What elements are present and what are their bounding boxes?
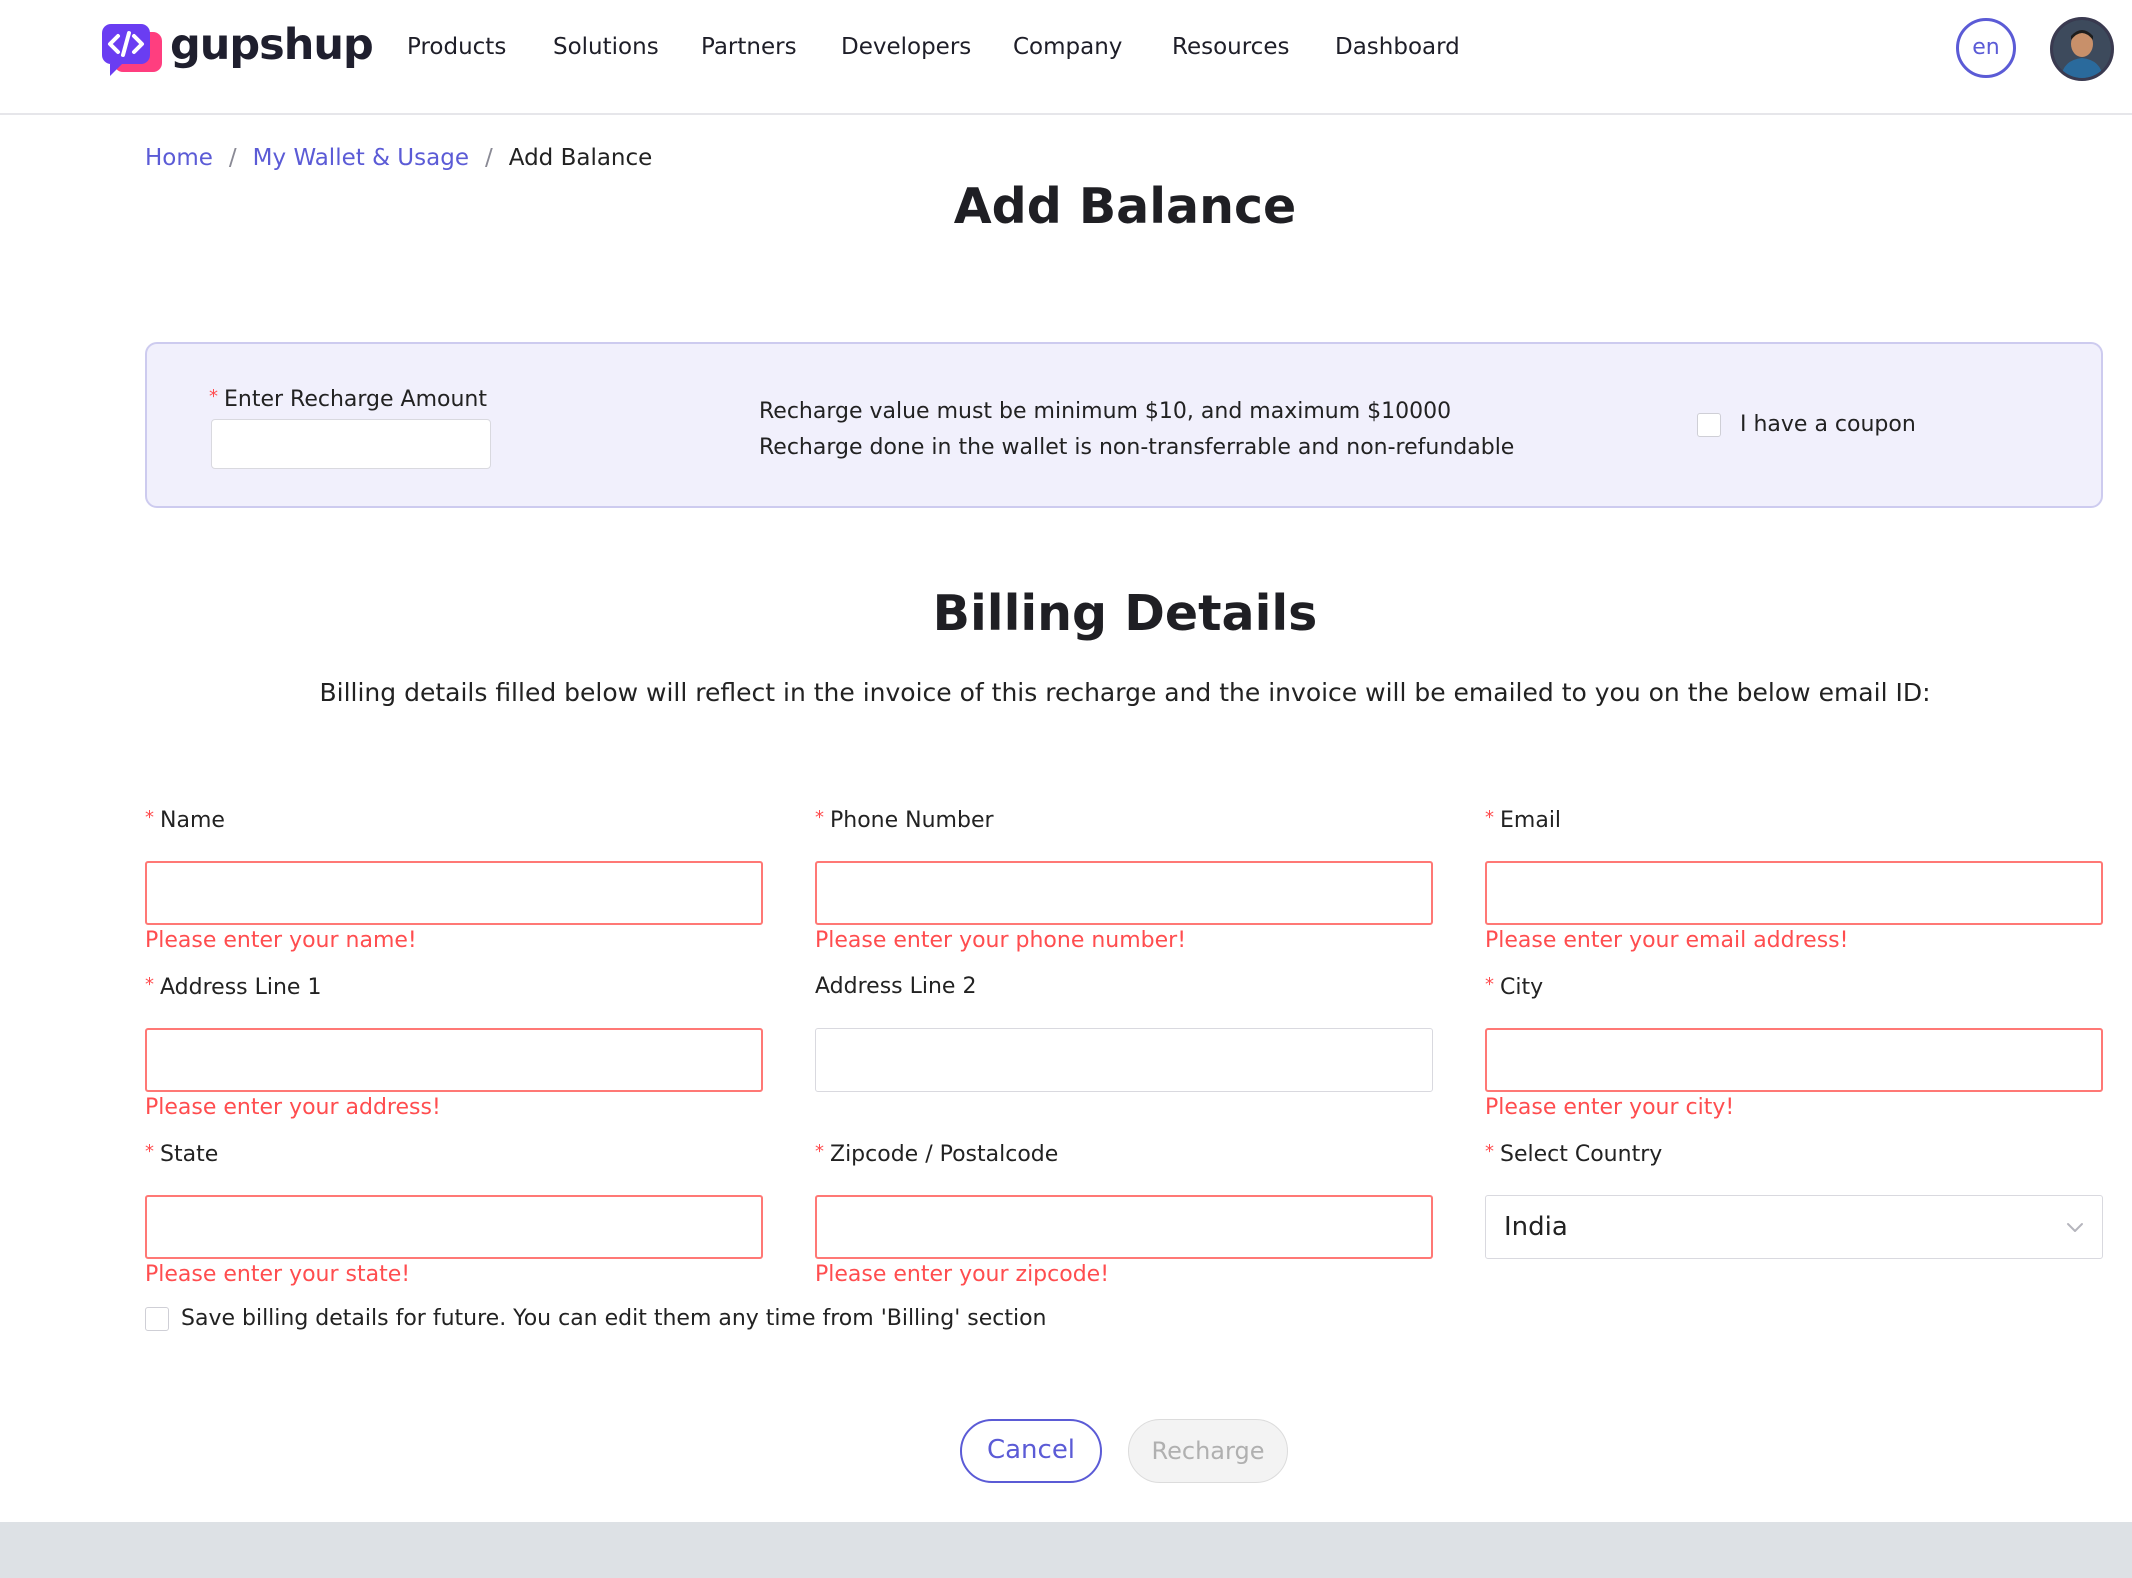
zipcode-field-group: * Zipcode / Postalcode Please enter your … [815, 1141, 1433, 1287]
city-input[interactable] [1485, 1028, 2103, 1092]
avatar-photo-icon [2053, 20, 2111, 78]
recharge-amount-label: * Enter Recharge Amount [209, 386, 488, 412]
phone-field-group: * Phone Number Please enter your phone nu… [815, 807, 1433, 953]
recharge-limit-note: Recharge value must be minimum $10, and … [759, 399, 1452, 424]
state-error: Please enter your state! [145, 1262, 411, 1287]
nav-company[interactable]: Company [1013, 34, 1122, 60]
country-select-value: India [1504, 1212, 1568, 1242]
state-input[interactable] [145, 1195, 763, 1259]
nav-solutions[interactable]: Solutions [553, 34, 659, 60]
breadcrumb-separator: / [484, 145, 493, 171]
address2-label: Address Line 2 [815, 974, 977, 999]
recharge-amount-input[interactable] [211, 419, 491, 469]
save-billing-label: Save billing details for future. You can… [181, 1306, 1047, 1331]
nav-resources[interactable]: Resources [1172, 34, 1289, 60]
name-label: * Name [145, 807, 225, 833]
billing-title: Billing Details [932, 585, 1318, 642]
brand-name: gupshup [170, 20, 374, 70]
name-field-group: * Name Please enter your name! [145, 807, 763, 953]
zipcode-input[interactable] [815, 1195, 1433, 1259]
country-field-group: * Select Country India [1485, 1141, 2103, 1259]
coupon-label: I have a coupon [1740, 412, 1916, 437]
language-button[interactable]: en [1956, 18, 2016, 78]
breadcrumb-current: Add Balance [508, 145, 653, 171]
phone-error: Please enter your phone number! [815, 928, 1187, 953]
address2-input[interactable] [815, 1028, 1433, 1092]
cancel-button[interactable]: Cancel [960, 1419, 1102, 1483]
footer-band [0, 1522, 2132, 1578]
required-mark: * [209, 386, 218, 407]
breadcrumb-wallet[interactable]: My Wallet & Usage [253, 145, 469, 171]
country-select[interactable]: India [1485, 1195, 2103, 1259]
coupon-option[interactable]: I have a coupon [1697, 412, 1916, 437]
recharge-panel: * Enter Recharge Amount Recharge value mu… [145, 342, 2103, 508]
address1-label: * Address Line 1 [145, 974, 322, 1000]
billing-description: Billing details filled below will reflec… [319, 678, 1931, 707]
country-label: * Select Country [1485, 1141, 1663, 1167]
page-title: Add Balance [953, 178, 1297, 235]
email-label: * Email [1485, 807, 1562, 833]
address1-input[interactable] [145, 1028, 763, 1092]
phone-input[interactable] [815, 861, 1433, 925]
address1-error: Please enter your address! [145, 1095, 441, 1120]
email-field-group: * Email Please enter your email address! [1485, 807, 2103, 953]
recharge-button[interactable]: Recharge [1128, 1419, 1288, 1483]
email-input[interactable] [1485, 861, 2103, 925]
gupshup-logo-icon [102, 24, 162, 76]
recharge-refund-note: Recharge done in the wallet is non-trans… [759, 435, 1515, 460]
state-label: * State [145, 1141, 219, 1167]
save-billing-option[interactable]: Save billing details for future. You can… [145, 1306, 1046, 1331]
name-input[interactable] [145, 861, 763, 925]
recharge-notes: Recharge value must be minimum $10, and … [759, 394, 1514, 466]
breadcrumb-separator: / [228, 145, 237, 171]
phone-label: * Phone Number [815, 807, 994, 833]
breadcrumb-home[interactable]: Home [145, 145, 213, 171]
address1-field-group: * Address Line 1 Please enter your addres… [145, 974, 763, 1120]
address2-field-group: Address Line 2 [815, 974, 1433, 1092]
save-billing-checkbox[interactable] [145, 1307, 169, 1331]
nav-developers[interactable]: Developers [841, 34, 971, 60]
city-error: Please enter your city! [1485, 1095, 1735, 1120]
zipcode-error: Please enter your zipcode! [815, 1262, 1110, 1287]
chevron-down-icon [2067, 1223, 2083, 1232]
nav-products[interactable]: Products [407, 34, 506, 60]
coupon-checkbox[interactable] [1697, 413, 1721, 437]
email-error: Please enter your email address! [1485, 928, 1849, 953]
breadcrumb: Home / My Wallet & Usage / Add Balance [145, 145, 652, 171]
city-field-group: * City Please enter your city! [1485, 974, 2103, 1120]
city-label: * City [1485, 974, 1544, 1000]
state-field-group: * State Please enter your state! [145, 1141, 763, 1287]
nav-dashboard[interactable]: Dashboard [1335, 34, 1460, 60]
top-header: gupshup Products Solutions Partners Deve… [0, 0, 2132, 115]
nav-partners[interactable]: Partners [701, 34, 797, 60]
name-error: Please enter your name! [145, 928, 417, 953]
zipcode-label: * Zipcode / Postalcode [815, 1141, 1059, 1167]
brand-logo[interactable]: gupshup [100, 20, 374, 82]
user-avatar[interactable] [2050, 17, 2114, 81]
